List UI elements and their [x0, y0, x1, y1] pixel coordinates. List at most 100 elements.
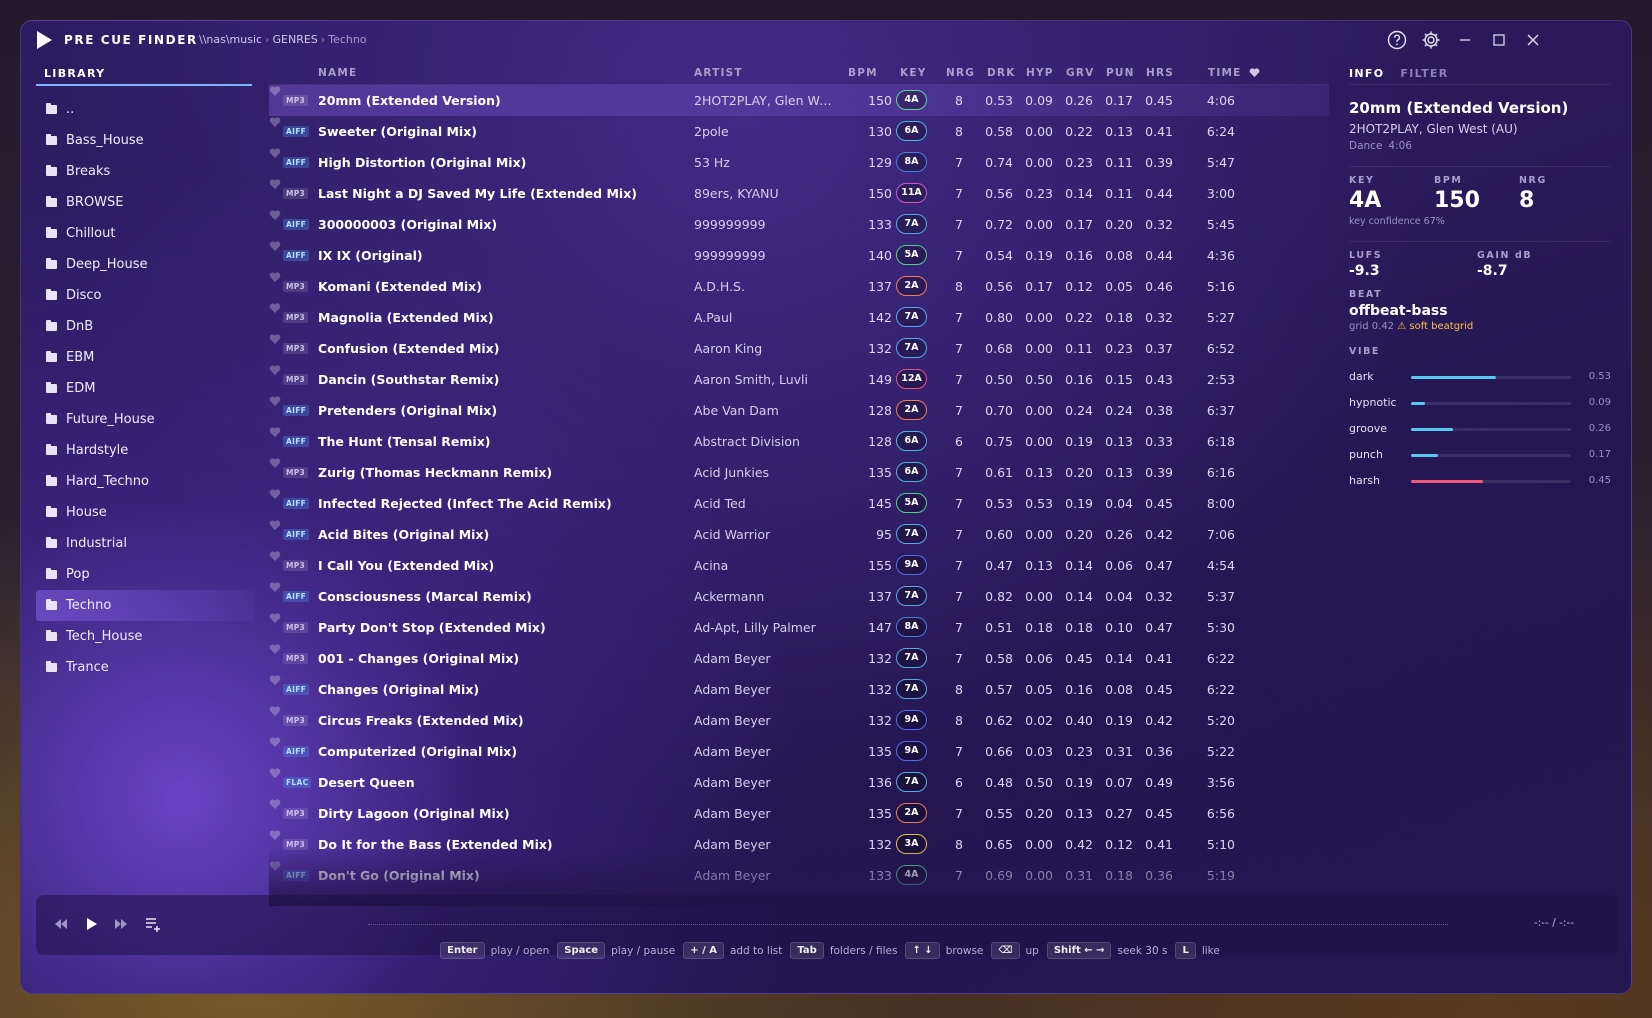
table-row[interactable]: AIFF Infected Rejected (Infect The Acid R… — [269, 488, 1329, 519]
sidebar-folder-item[interactable]: Hardstyle — [36, 435, 254, 466]
like-heart-icon[interactable] — [269, 550, 281, 562]
col-liked-heart-icon[interactable] — [1249, 67, 1260, 78]
like-heart-icon[interactable] — [269, 271, 281, 283]
table-row[interactable]: MP3 20mm (Extended Version) 2HOT2PLAY, Gle… — [269, 85, 1329, 116]
breadcrumb-genres[interactable]: GENRES — [273, 33, 318, 46]
like-heart-icon[interactable] — [269, 612, 281, 624]
sidebar-folder-item[interactable]: Hard_Techno — [36, 466, 254, 497]
tab-library[interactable]: LIBRARY — [36, 61, 252, 86]
like-heart-icon[interactable] — [269, 116, 281, 128]
table-row[interactable]: MP3 Dancin (Southstar Remix) Aaron Smith, … — [269, 364, 1329, 395]
key-badge: 5A — [896, 493, 927, 513]
like-heart-icon[interactable] — [269, 302, 281, 314]
queue-list-icon[interactable] — [144, 915, 162, 933]
like-heart-icon[interactable] — [269, 488, 281, 500]
sidebar-folder-item[interactable]: Disco — [36, 280, 254, 311]
like-heart-icon[interactable] — [269, 457, 281, 469]
tab-info[interactable]: INFO — [1349, 61, 1390, 80]
previous-track-icon[interactable] — [52, 915, 70, 933]
table-row[interactable]: MP3 Confusion (Extended Mix) Aaron King 132… — [269, 333, 1329, 364]
sidebar-folder-item[interactable]: BROWSE — [36, 187, 254, 218]
table-row[interactable]: MP3 Zurig (Thomas Heckmann Remix) Acid Jun… — [269, 457, 1329, 488]
table-row[interactable]: FLAC Desert Queen Adam Beyer 136 6 0.48 0.50 0.… — [269, 767, 1329, 798]
vibe-track — [1411, 402, 1571, 405]
like-heart-icon[interactable] — [269, 364, 281, 376]
sidebar-folder-item[interactable]: EBM — [36, 342, 254, 373]
settings-gear-icon[interactable] — [1421, 30, 1441, 50]
like-heart-icon[interactable] — [269, 829, 281, 841]
like-heart-icon[interactable] — [269, 240, 281, 252]
table-row[interactable]: MP3 Party Don't Stop (Extended Mix) Ad-Apt… — [269, 612, 1329, 643]
table-row[interactable]: MP3 001 - Changes (Original Mix) Adam Beye… — [269, 643, 1329, 674]
play-icon[interactable] — [82, 915, 100, 933]
like-heart-icon[interactable] — [269, 333, 281, 345]
like-heart-icon[interactable] — [269, 674, 281, 686]
sidebar-folder-item[interactable]: .. — [36, 94, 254, 125]
format-badge: MP3 — [283, 808, 309, 819]
like-heart-icon[interactable] — [269, 178, 281, 190]
sidebar-folder-item[interactable]: Breaks — [36, 156, 254, 187]
minimize-icon[interactable] — [1455, 30, 1475, 50]
next-track-icon[interactable] — [112, 915, 130, 933]
like-heart-icon[interactable] — [269, 705, 281, 717]
sidebar-folder-item[interactable]: Industrial — [36, 528, 254, 559]
table-row[interactable]: AIFF Computerized (Original Mix) Adam Beye… — [269, 736, 1329, 767]
col-grv[interactable]: GRV — [1066, 67, 1094, 79]
sidebar-folder-item[interactable]: Pop — [36, 559, 254, 590]
sidebar-folder-item[interactable]: Trance — [36, 652, 254, 683]
maximize-icon[interactable] — [1489, 30, 1509, 50]
breadcrumb-root[interactable]: \\nas\music — [199, 33, 262, 46]
table-row[interactable]: MP3 Magnolia (Extended Mix) A.Paul 142 7 0.80… — [269, 302, 1329, 333]
col-hyp[interactable]: HYP — [1026, 67, 1054, 79]
table-row[interactable]: MP3 Dirty Lagoon (Original Mix) Adam Beyer… — [269, 798, 1329, 829]
sidebar-folder-item[interactable]: Deep_House — [36, 249, 254, 280]
table-row[interactable]: MP3 I Call You (Extended Mix) Acina 155 7 0.4… — [269, 550, 1329, 581]
col-nrg[interactable]: NRG — [946, 67, 975, 79]
table-row[interactable]: MP3 Komani (Extended Mix) A.D.H.S. 137 8 0.56… — [269, 271, 1329, 302]
sidebar-folder-item[interactable]: House — [36, 497, 254, 528]
col-drk[interactable]: DRK — [987, 67, 1016, 79]
sidebar-folder-item[interactable]: Techno — [36, 590, 254, 621]
cell-time: 5:16 — [1206, 279, 1235, 294]
col-key[interactable]: KEY — [900, 67, 927, 79]
seek-bar[interactable] — [368, 924, 1448, 925]
close-icon[interactable] — [1523, 30, 1543, 50]
table-row[interactable]: MP3 Circus Freaks (Extended Mix) Adam Beye… — [269, 705, 1329, 736]
table-row[interactable]: MP3 Last Night a DJ Saved My Life (Extend… — [269, 178, 1329, 209]
sidebar-folder-item[interactable]: Chillout — [36, 218, 254, 249]
table-row[interactable]: AIFF The Hunt (Tensal Remix) Abstract Divi… — [269, 426, 1329, 457]
col-bpm[interactable]: BPM — [848, 67, 878, 79]
table-row[interactable]: AIFF Consciousness (Marcal Remix) Ackerman… — [269, 581, 1329, 612]
sidebar-folder-item[interactable]: Tech_House — [36, 621, 254, 652]
sidebar-folder-item[interactable]: Future_House — [36, 404, 254, 435]
table-row[interactable]: AIFF Pretenders (Original Mix) Abe Van Dam… — [269, 395, 1329, 426]
like-heart-icon[interactable] — [269, 736, 281, 748]
like-heart-icon[interactable] — [269, 395, 281, 407]
like-heart-icon[interactable] — [269, 581, 281, 593]
col-hrs[interactable]: HRS — [1146, 67, 1174, 79]
like-heart-icon[interactable] — [269, 798, 281, 810]
col-name[interactable]: NAME — [318, 67, 357, 79]
col-time[interactable]: TIME — [1208, 67, 1242, 79]
sidebar-folder-item[interactable]: DnB — [36, 311, 254, 342]
sidebar-folder-item[interactable]: EDM — [36, 373, 254, 404]
help-icon[interactable] — [1387, 30, 1407, 50]
format-badge: MP3 — [283, 188, 309, 199]
table-row[interactable]: AIFF IX IX (Original) 999999999 140 7 0.54 0.1… — [269, 240, 1329, 271]
tab-filter[interactable]: FILTER — [1400, 61, 1454, 80]
col-pun[interactable]: PUN — [1106, 67, 1135, 79]
like-heart-icon[interactable] — [269, 643, 281, 655]
like-heart-icon[interactable] — [269, 767, 281, 779]
col-artist[interactable]: ARTIST — [694, 67, 743, 79]
like-heart-icon[interactable] — [269, 85, 281, 97]
table-row[interactable]: AIFF Changes (Original Mix) Adam Beyer 132 8… — [269, 674, 1329, 705]
sidebar-folder-item[interactable]: Bass_House — [36, 125, 254, 156]
table-row[interactable]: AIFF High Distortion (Original Mix) 53 Hz 1… — [269, 147, 1329, 178]
table-row[interactable]: AIFF 300000003 (Original Mix) 999999999 133… — [269, 209, 1329, 240]
like-heart-icon[interactable] — [269, 147, 281, 159]
like-heart-icon[interactable] — [269, 209, 281, 221]
like-heart-icon[interactable] — [269, 519, 281, 531]
like-heart-icon[interactable] — [269, 426, 281, 438]
table-row[interactable]: AIFF Sweeter (Original Mix) 2pole 130 8 0.58 0… — [269, 116, 1329, 147]
table-row[interactable]: AIFF Acid Bites (Original Mix) Acid Warrio… — [269, 519, 1329, 550]
